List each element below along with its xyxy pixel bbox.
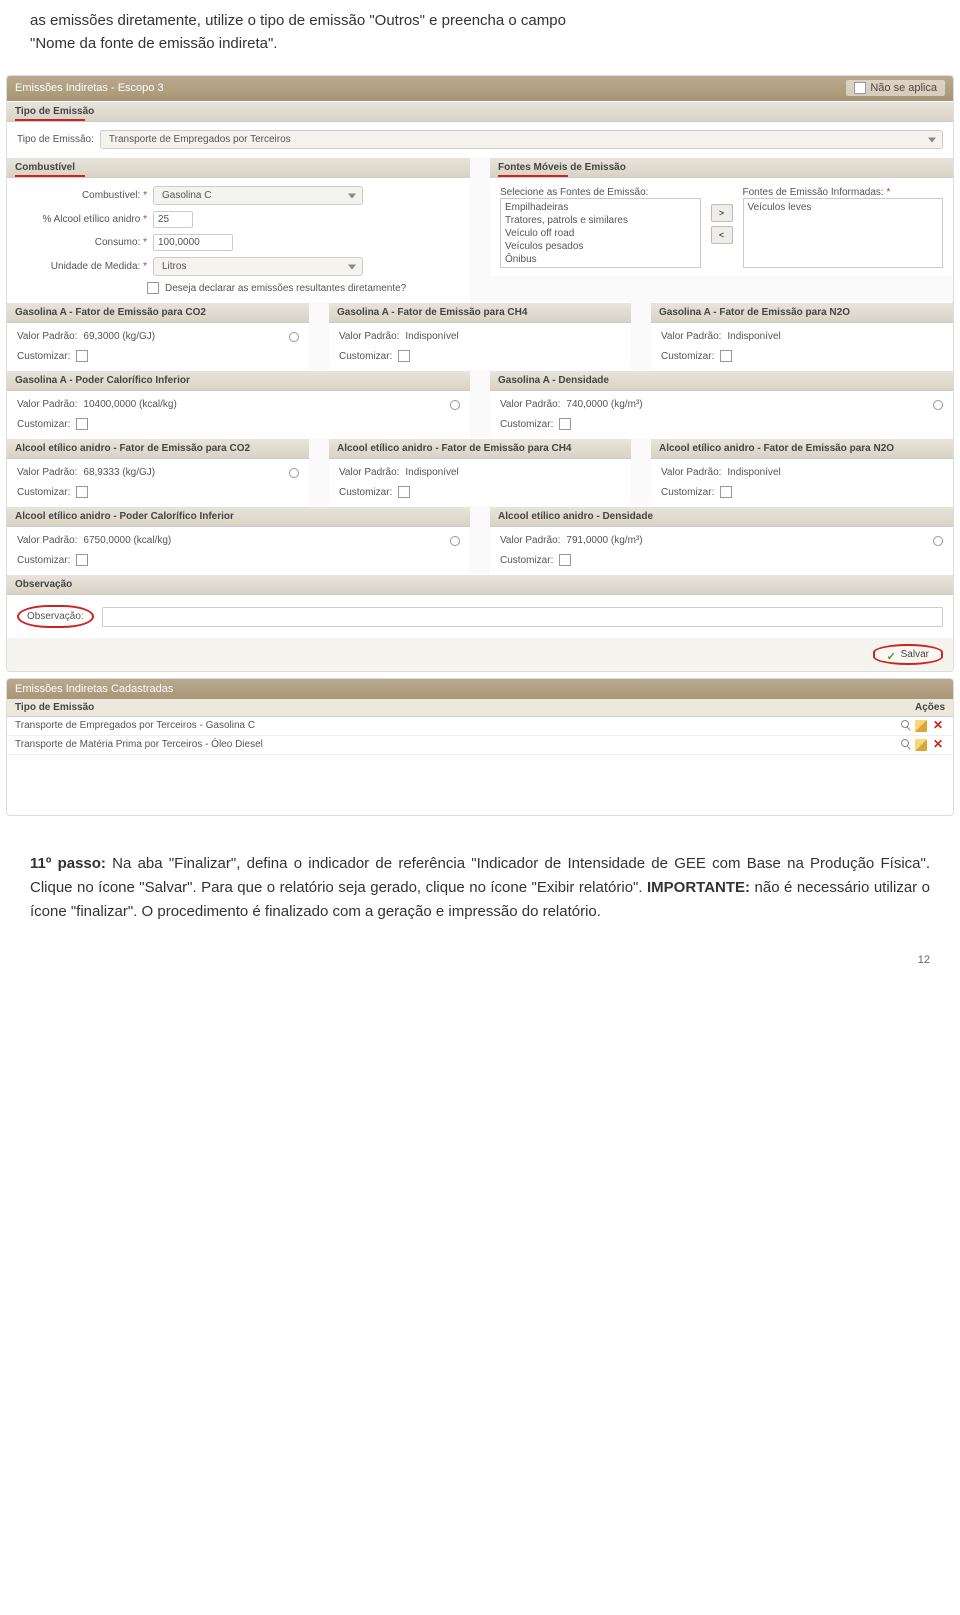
perc-alcool-input[interactable]: 25 <box>153 211 193 228</box>
table-row: Transporte de Matéria Prima por Terceiro… <box>7 736 953 755</box>
table-head: Tipo de Emissão Ações <box>7 699 953 717</box>
section-alcool-pci: Alcool etílico anidro - Poder Calorífico… <box>7 506 470 527</box>
chevron-down-icon <box>348 193 356 198</box>
delete-icon[interactable]: ✕ <box>933 720 945 732</box>
unidade-label: Unidade de Medida: * <box>17 261 147 272</box>
customizar-checkbox[interactable] <box>76 418 88 430</box>
radio-icon[interactable] <box>933 400 943 410</box>
observacao-label: Observação: <box>17 605 94 628</box>
customizar-checkbox[interactable] <box>398 486 410 498</box>
customizar-checkbox[interactable] <box>76 350 88 362</box>
view-icon[interactable] <box>901 720 909 728</box>
consumo-label: Consumo: * <box>17 237 147 248</box>
fontes-informadas-label: Fontes de Emissão Informadas: * <box>743 187 891 198</box>
combustivel-label: Combustível: * <box>17 190 147 201</box>
section-gasolinaA-den: Gasolina A - Densidade <box>490 370 953 391</box>
consumo-input[interactable]: 100,0000 <box>153 234 233 251</box>
customizar-checkbox[interactable] <box>720 486 732 498</box>
section-gasolinaA-n2o: Gasolina A - Fator de Emissão para N2O <box>651 302 953 323</box>
table-row: Transporte de Empregados por Terceiros -… <box>7 717 953 736</box>
radio-icon[interactable] <box>450 536 460 546</box>
section-alcool-co2: Alcool etílico anidro - Fator de Emissão… <box>7 438 309 459</box>
section-gasolinaA-pci: Gasolina A - Poder Calorífico Inferior <box>7 370 470 391</box>
outro-text: 11º passo: Na aba "Finalizar", defina o … <box>0 822 960 954</box>
section-alcool-den: Alcool etílico anidro - Densidade <box>490 506 953 527</box>
combustivel-select[interactable]: Gasolina C <box>153 186 363 205</box>
section-alcool-ch4: Alcool etílico anidro - Fator de Emissão… <box>329 438 631 459</box>
edit-icon[interactable] <box>915 739 927 751</box>
section-gasolinaA-ch4: Gasolina A - Fator de Emissão para CH4 <box>329 302 631 323</box>
unidade-select[interactable]: Litros <box>153 257 363 276</box>
salvar-button[interactable]: Salvar <box>873 644 943 665</box>
perc-alcool-label: % Alcool etílico anidro * <box>17 214 147 225</box>
cadastradas-header: Emissões Indiretas Cadastradas <box>7 679 953 699</box>
chevron-down-icon <box>928 137 936 142</box>
list-item[interactable]: Tratores, patrols e similares <box>503 214 698 227</box>
form-shell: Emissões Indiretas - Escopo 3 Não se apl… <box>6 75 954 672</box>
panel-header: Emissões Indiretas - Escopo 3 Não se apl… <box>7 76 953 101</box>
panel-title: Emissões Indiretas - Escopo 3 <box>15 82 164 94</box>
tipo-emissao-select[interactable]: Transporte de Empregados por Terceiros <box>100 130 943 149</box>
delete-icon[interactable]: ✕ <box>933 739 945 751</box>
section-tipo-emissao: Tipo de Emissão <box>7 101 953 122</box>
chevron-down-icon <box>348 264 356 269</box>
section-alcool-n2o: Alcool etílico anidro - Fator de Emissão… <box>651 438 953 459</box>
customizar-checkbox[interactable] <box>76 554 88 566</box>
customizar-checkbox[interactable] <box>720 350 732 362</box>
radio-icon[interactable] <box>933 536 943 546</box>
fontes-listbox[interactable]: Empilhadeiras Tratores, patrols e simila… <box>500 198 701 268</box>
observacao-input[interactable] <box>102 607 943 627</box>
list-item[interactable]: Empilhadeiras <box>503 201 698 214</box>
fontes-informadas-listbox[interactable]: Veículos leves <box>743 198 944 268</box>
move-right-button[interactable]: > <box>711 204 733 222</box>
declarar-label: Deseja declarar as emissões resultantes … <box>165 283 406 294</box>
nao-se-aplica-toggle[interactable]: Não se aplica <box>846 80 945 96</box>
empty-table-area <box>7 755 953 815</box>
cadastradas-panel: Emissões Indiretas Cadastradas Tipo de E… <box>6 678 954 816</box>
checkbox-icon <box>854 82 866 94</box>
page-number: 12 <box>0 954 960 966</box>
list-item[interactable]: Veículos leves <box>746 201 941 214</box>
section-observacao: Observação <box>7 574 953 595</box>
checkmark-icon <box>887 650 897 660</box>
view-icon[interactable] <box>901 739 909 747</box>
radio-icon[interactable] <box>289 332 299 342</box>
intro-text: as emissões diretamente, utilize o tipo … <box>0 0 960 75</box>
section-combustivel: Combustível <box>7 157 470 178</box>
customizar-checkbox[interactable] <box>559 418 571 430</box>
radio-icon[interactable] <box>289 468 299 478</box>
customizar-checkbox[interactable] <box>559 554 571 566</box>
tipo-emissao-label: Tipo de Emissão: <box>17 134 94 145</box>
fontes-select-label: Selecione as Fontes de Emissão: <box>500 187 648 198</box>
move-buttons: > < <box>711 204 733 268</box>
section-fontes: Fontes Móveis de Emissão <box>490 157 953 178</box>
radio-icon[interactable] <box>450 400 460 410</box>
customizar-checkbox[interactable] <box>398 350 410 362</box>
move-left-button[interactable]: < <box>711 226 733 244</box>
edit-icon[interactable] <box>915 720 927 732</box>
list-item[interactable]: Ônibus <box>503 253 698 266</box>
declarar-checkbox[interactable] <box>147 282 159 294</box>
list-item[interactable]: Veículo off road <box>503 227 698 240</box>
list-item[interactable]: Veículos pesados <box>503 240 698 253</box>
customizar-checkbox[interactable] <box>76 486 88 498</box>
section-gasolinaA-co2: Gasolina A - Fator de Emissão para CO2 <box>7 302 309 323</box>
